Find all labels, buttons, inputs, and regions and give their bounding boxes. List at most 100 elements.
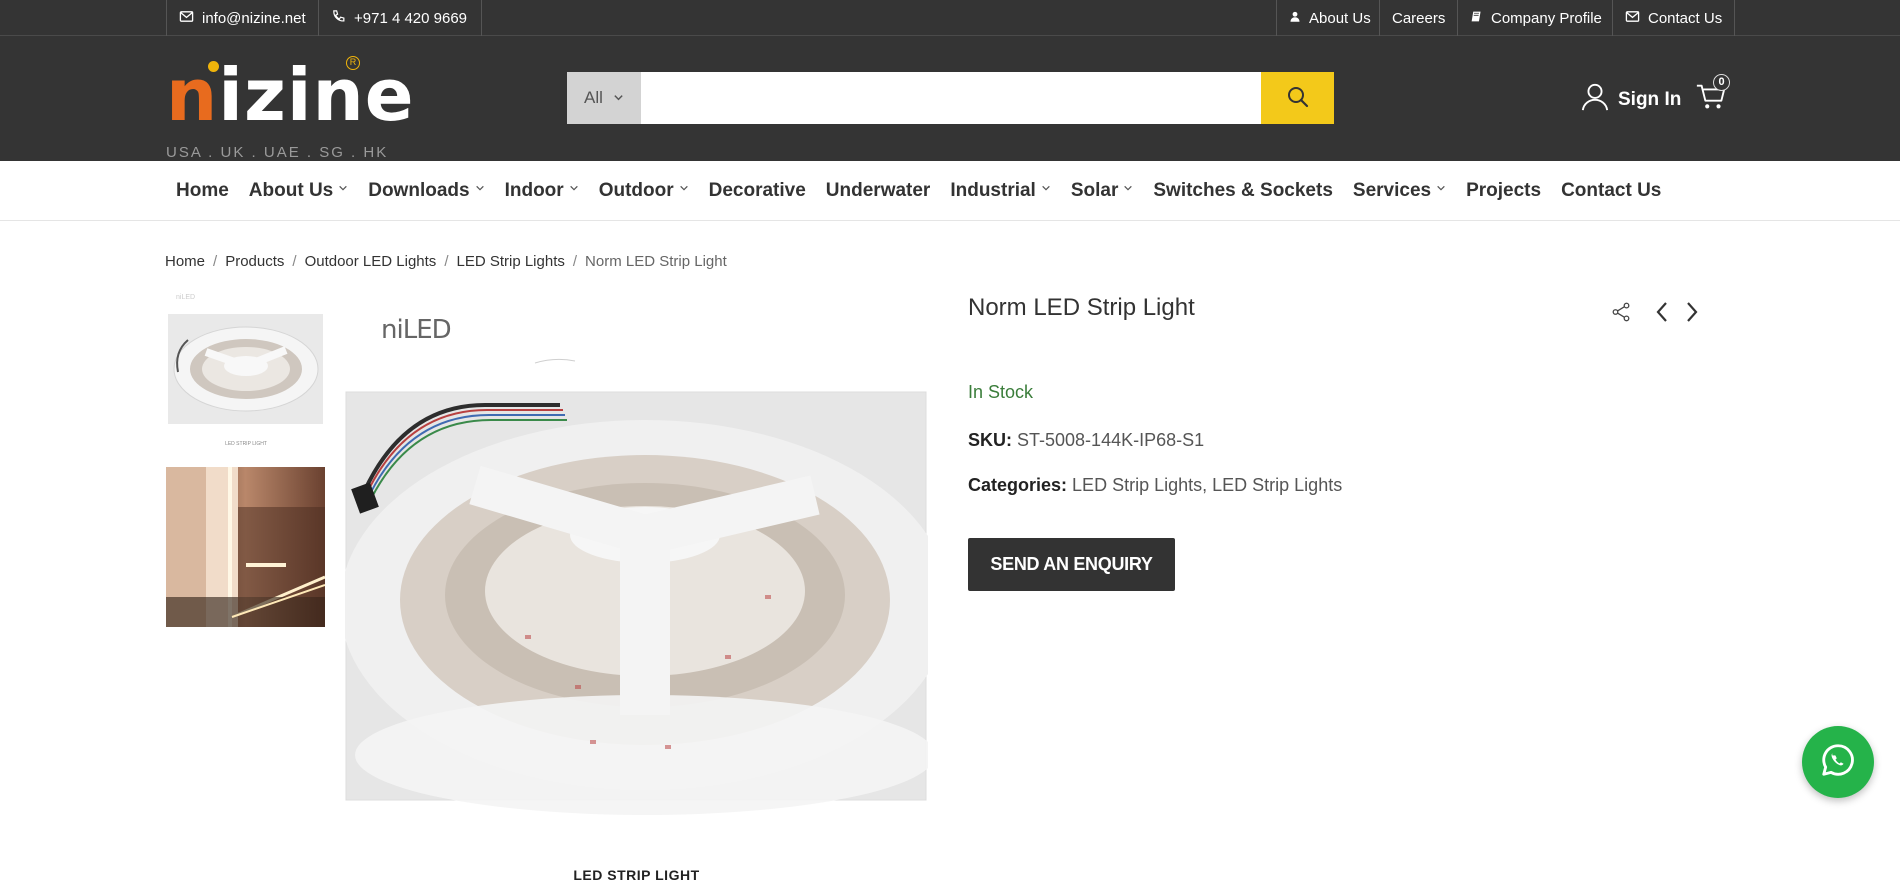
nav-item-switches-sockets[interactable]: Switches & Sockets [1143, 180, 1343, 202]
top-bar: info@nizine.net +971 4 420 9669 About Us… [0, 0, 1900, 36]
stock-status: In Stock [968, 382, 1034, 402]
chevron-down-icon [679, 183, 689, 196]
thumbnail-room-image [166, 467, 325, 627]
gallery-thumbnail-strip[interactable]: niLED LED STRIP LIGHT [166, 292, 325, 452]
led-strip-reel-image [345, 358, 928, 815]
breadcrumb-current: Norm LED Strip Light [585, 253, 727, 270]
topbar-divider [1734, 0, 1735, 36]
sign-in-link[interactable]: Sign In [1580, 82, 1681, 118]
nav-item-services[interactable]: Services [1343, 180, 1456, 202]
user-icon [1289, 10, 1301, 27]
topbar-divider [481, 0, 482, 36]
cart-button[interactable]: 0 [1695, 74, 1730, 116]
product-sku: SKU: ST-5008-144K-IP68-S1 [968, 430, 1204, 451]
breadcrumb-link[interactable]: Outdoor LED Lights [305, 253, 437, 270]
logo-tagline: USA . UK . UAE . SG . HK [166, 144, 389, 161]
topbar-link-label: Company Profile [1491, 9, 1602, 27]
thumb-brand-mark: niLED [176, 294, 196, 301]
sign-in-label: Sign In [1618, 89, 1682, 110]
nav-item-label: Underwater [825, 180, 931, 201]
site-logo[interactable]: nizine R USA . UK . UAE . SG . HK [166, 56, 414, 161]
nav-item-label: Indoor [504, 180, 564, 201]
topbar-link-label: Contact Us [1648, 9, 1723, 27]
nav-item-label: Industrial [950, 180, 1036, 201]
search-category-select[interactable]: All [567, 72, 641, 124]
nav-item-underwater[interactable]: Underwater [816, 180, 941, 202]
nav-item-projects[interactable]: Projects [1456, 180, 1551, 202]
nav-item-label: Switches & Sockets [1153, 180, 1333, 201]
topbar-link-careers[interactable]: Careers [1379, 0, 1457, 36]
product-main-image[interactable]: niLED LED STRIP LIGHT [345, 295, 928, 884]
product-title: Norm LED Strip Light [968, 294, 1195, 321]
main-nav: Home About Us Downloads Indoor Outdoor Decora… [0, 161, 1900, 221]
search-bar: All [567, 72, 1334, 124]
chevron-down-icon [1123, 183, 1133, 196]
registered-mark: R [346, 56, 360, 70]
whatsapp-button[interactable] [1802, 726, 1874, 798]
chevron-down-icon [338, 183, 348, 196]
nav-item-contact-us[interactable]: Contact Us [1551, 180, 1671, 202]
categories-label: Categories: [968, 475, 1068, 495]
nav-item-indoor[interactable]: Indoor [495, 180, 589, 202]
chevron-left-icon[interactable] [1654, 300, 1670, 329]
search-icon [1286, 85, 1310, 112]
topbar-link-label: Careers [1392, 9, 1446, 27]
main-nav-list: Home About Us Downloads Indoor Outdoor Decora… [166, 161, 1671, 221]
category-link[interactable]: LED Strip Lights [1212, 475, 1342, 495]
user-icon [1580, 82, 1610, 118]
nav-item-industrial[interactable]: Industrial [940, 180, 1061, 202]
nav-item-downloads[interactable]: Downloads [358, 180, 494, 202]
search-input[interactable] [641, 72, 1261, 124]
nav-item-label: Solar [1070, 180, 1119, 201]
envelope-icon [179, 9, 194, 28]
breadcrumb-link[interactable]: Home [165, 253, 205, 270]
main-image-caption: LED STRIP LIGHT [573, 867, 700, 883]
nav-item-solar[interactable]: Solar [1061, 180, 1144, 202]
main-image-brand: niLED [381, 315, 452, 345]
search-button[interactable] [1261, 72, 1334, 124]
nav-item-outdoor[interactable]: Outdoor [589, 180, 699, 202]
product-actions [1610, 300, 1700, 329]
gallery-thumbnail-room[interactable] [166, 467, 325, 627]
sku-label: SKU: [968, 430, 1012, 450]
breadcrumb-link[interactable]: Products [225, 253, 284, 270]
thumbnail-strip-image: LED STRIP LIGHT [168, 314, 323, 447]
topbar-phone-link[interactable]: +971 4 420 9669 [318, 0, 479, 36]
nav-item-label: Services [1352, 180, 1432, 201]
topbar-email-text: info@nizine.net [202, 9, 306, 27]
envelope-icon [1625, 9, 1640, 28]
category-link[interactable]: LED Strip Lights [1072, 475, 1202, 495]
nav-item-label: Downloads [368, 180, 470, 201]
cart-icon [1695, 84, 1727, 116]
product-categories: Categories: LED Strip Lights, LED Strip … [968, 475, 1342, 496]
nav-item-label: Projects [1466, 180, 1542, 201]
topbar-link-contact[interactable]: Contact Us [1612, 0, 1734, 36]
sku-value: ST-5008-144K-IP68-S1 [1017, 430, 1205, 450]
nav-item-about-us[interactable]: About Us [239, 180, 358, 202]
breadcrumb-separator: / [213, 253, 218, 270]
chevron-down-icon [1041, 183, 1051, 196]
logo-dot [208, 61, 219, 72]
nav-item-decorative[interactable]: Decorative [699, 180, 816, 202]
breadcrumb-link[interactable]: LED Strip Lights [456, 253, 564, 270]
book-icon [1470, 10, 1483, 27]
chevron-down-icon [569, 183, 579, 196]
site-header: nizine R USA . UK . UAE . SG . HK All Si… [0, 36, 1900, 161]
topbar-link-about[interactable]: About Us [1276, 0, 1383, 36]
topbar-phone-text: +971 4 420 9669 [354, 9, 468, 27]
breadcrumb-separator: / [572, 253, 578, 270]
breadcrumb-separator: / [292, 253, 297, 270]
svg-text:LED STRIP LIGHT: LED STRIP LIGHT [225, 441, 267, 447]
nav-item-home[interactable]: Home [166, 180, 239, 202]
chevron-down-icon [613, 88, 624, 108]
topbar-email-link[interactable]: info@nizine.net [166, 0, 318, 36]
topbar-link-company-profile[interactable]: Company Profile [1457, 0, 1614, 36]
chevron-right-icon[interactable] [1684, 300, 1700, 329]
phone-icon [331, 9, 346, 28]
share-icon[interactable] [1610, 301, 1632, 328]
logo-wordmark: nizine [166, 53, 415, 137]
breadcrumb: Home / Products / Outdoor LED Lights / LED Str… [165, 253, 727, 270]
send-enquiry-button[interactable]: SEND AN ENQUIRY [968, 538, 1175, 591]
chevron-down-icon [1436, 183, 1446, 196]
nav-item-label: Outdoor [598, 180, 674, 201]
